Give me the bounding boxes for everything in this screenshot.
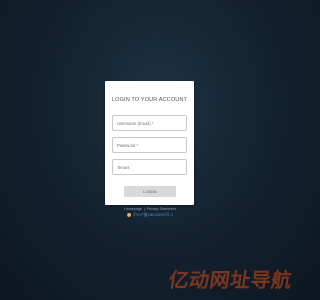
watermark-logo: 亿动网址导航: [167, 268, 294, 292]
footer-separator: |: [143, 207, 145, 211]
police-badge-icon: [126, 213, 131, 217]
username-input[interactable]: [112, 115, 187, 131]
password-input[interactable]: [112, 137, 187, 153]
homepage-link[interactable]: Homepage: [124, 207, 142, 211]
tenant-input[interactable]: [112, 159, 187, 175]
privacy-statement-link[interactable]: Privacy Statement: [147, 207, 176, 211]
icp-link[interactable]: 沪ICP备18033095号-1: [133, 212, 173, 217]
login-title: LOGIN TO YOUR ACCOUNT: [111, 97, 188, 103]
login-card: LOGIN TO YOUR ACCOUNT LOGIN: [105, 81, 194, 205]
footer-links: Homepage | Privacy Statement: [0, 207, 300, 211]
icp-row: 沪ICP备18033095号-1: [0, 212, 300, 218]
login-button[interactable]: LOGIN: [124, 186, 176, 197]
